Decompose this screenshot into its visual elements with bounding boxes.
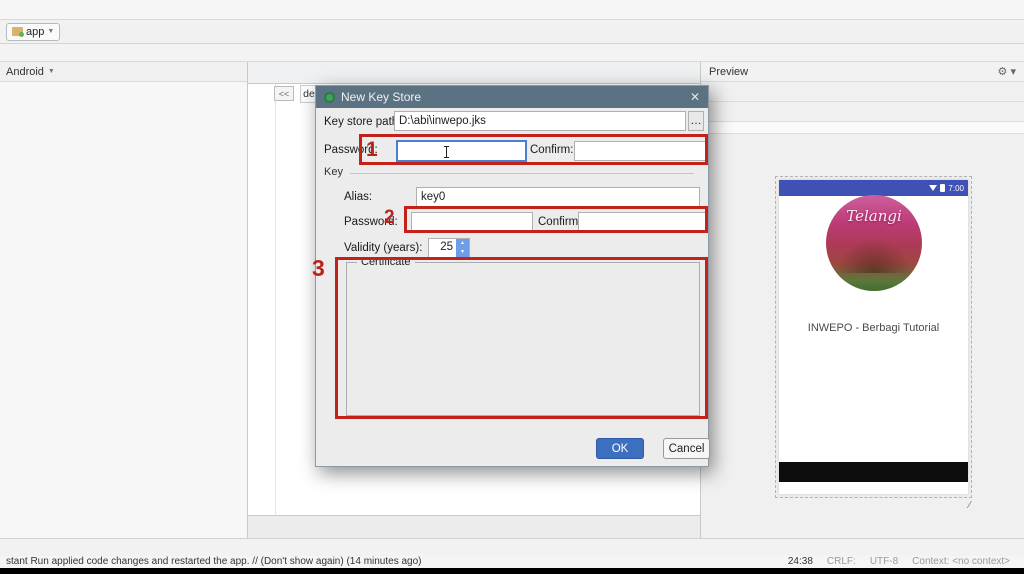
preview-header: Preview ⚙ ▾ (701, 62, 1024, 82)
preview-title: Preview (709, 66, 748, 78)
preview-ruler (701, 122, 1024, 134)
stepper-up-icon[interactable]: ▲ (456, 239, 469, 248)
context-indicator: Context: <no context> (912, 556, 1010, 568)
device-screen[interactable]: 7:00 Telangi INWEPO - Berbagi Tutorial (779, 180, 968, 494)
keystore-path-value: D:\abi\inwepo.jks (399, 115, 486, 127)
alias-label: Alias: (344, 191, 372, 203)
stepper-down-icon[interactable]: ▼ (456, 248, 469, 257)
app-module-icon (12, 27, 23, 36)
poster-people (836, 239, 912, 273)
editor-gutter (248, 84, 276, 515)
close-icon[interactable]: ✕ (690, 90, 700, 104)
app-text-label: INWEPO - Berbagi Tutorial (779, 322, 968, 334)
line-ending-indicator[interactable]: CRLF: (827, 556, 856, 568)
validity-label: Validity (years): (344, 242, 422, 254)
wifi-icon (929, 185, 937, 191)
dialog-title: New Key Store (341, 90, 421, 104)
gear-icon[interactable]: ⚙ ▾ (998, 65, 1016, 78)
battery-icon (940, 184, 945, 192)
collapse-button[interactable]: << (274, 86, 294, 101)
annotation-label-3: 3 (312, 255, 325, 282)
ok-button[interactable]: OK (596, 438, 644, 459)
alias-field[interactable]: key0 (416, 187, 700, 207)
project-tree (0, 82, 247, 86)
key-section-label: Key (324, 166, 702, 178)
preview-toolbar-row1 (701, 82, 1024, 102)
poster-title: Telangi (826, 207, 922, 225)
browse-button[interactable]: … (688, 111, 704, 131)
status-line: stant Run applied code changes and resta… (0, 556, 1024, 568)
main-toolbar: app ▼ (0, 20, 1024, 44)
annotation-box-2 (404, 206, 708, 233)
annotation-box-1 (359, 134, 708, 165)
letterbox-bar (0, 568, 1024, 574)
project-view-selector[interactable]: Android (6, 66, 44, 78)
device-time: 7:00 (948, 184, 964, 193)
chevron-down-icon: ▼ (48, 68, 55, 75)
project-panel-header: Android ▼ (0, 62, 247, 82)
annotation-label-2: 2 (384, 207, 395, 229)
editor-mode-tabs (248, 515, 700, 538)
annotation-label-1: 1 (366, 138, 378, 162)
menu-bar (0, 0, 1024, 20)
tool-window-bar (0, 538, 1024, 556)
device-nav-bar (779, 462, 968, 482)
alias-value: key0 (421, 191, 445, 203)
status-message: stant Run applied code changes and resta… (6, 556, 422, 568)
validity-stepper[interactable]: 25 ▲▼ (428, 238, 470, 258)
editor-tab-bar (248, 62, 700, 84)
chevron-down-icon: ▼ (47, 28, 54, 35)
project-panel: Android ▼ (0, 62, 248, 538)
validity-value: 25 (429, 239, 456, 257)
preview-canvas[interactable]: 7:00 Telangi INWEPO - Berbagi Tutorial ∕… (701, 134, 1024, 538)
stepper-buttons[interactable]: ▲▼ (456, 239, 469, 257)
dialog-title-bar[interactable]: New Key Store ✕ (316, 86, 708, 108)
device-status-bar: 7:00 (779, 180, 968, 196)
breadcrumb (0, 44, 1024, 62)
profile-image[interactable]: Telangi (826, 195, 922, 291)
preview-toolbar-row2 (701, 102, 1024, 122)
caret-position[interactable]: 24:38 (788, 556, 813, 568)
run-configuration-selector[interactable]: app ▼ (6, 23, 60, 41)
run-configuration-label: app (26, 26, 44, 38)
annotation-box-3 (335, 257, 708, 419)
keystore-icon (324, 92, 335, 103)
preview-panel: Preview ⚙ ▾ 7:00 Telangi INWEPO - Berbag… (700, 62, 1024, 538)
encoding-indicator[interactable]: UTF-8 (870, 556, 898, 568)
keystore-path-label: Key store path: (324, 116, 401, 128)
keystore-path-field[interactable]: D:\abi\inwepo.jks (394, 111, 686, 131)
cancel-button[interactable]: Cancel (663, 438, 710, 459)
